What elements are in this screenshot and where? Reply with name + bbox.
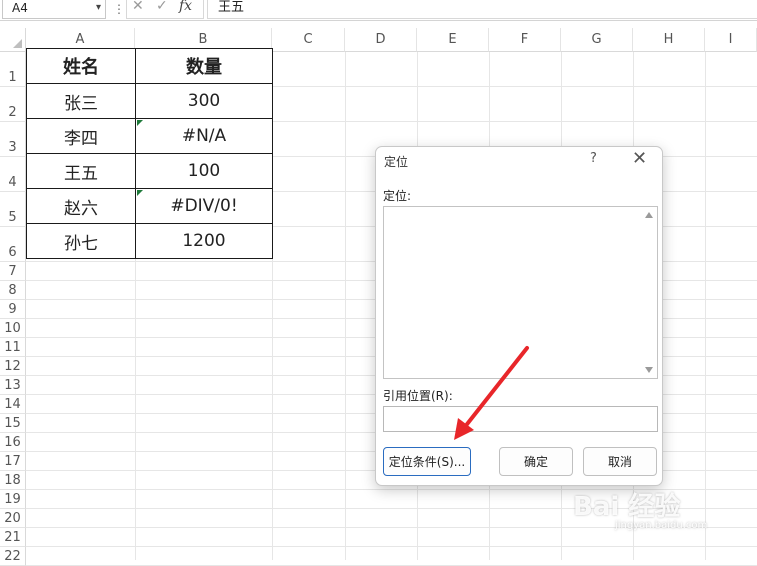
annotation-arrow bbox=[454, 346, 529, 440]
watermark-site: jingyan.baidu.com bbox=[615, 520, 708, 531]
watermark-logo: Bai 经验 bbox=[573, 492, 681, 522]
